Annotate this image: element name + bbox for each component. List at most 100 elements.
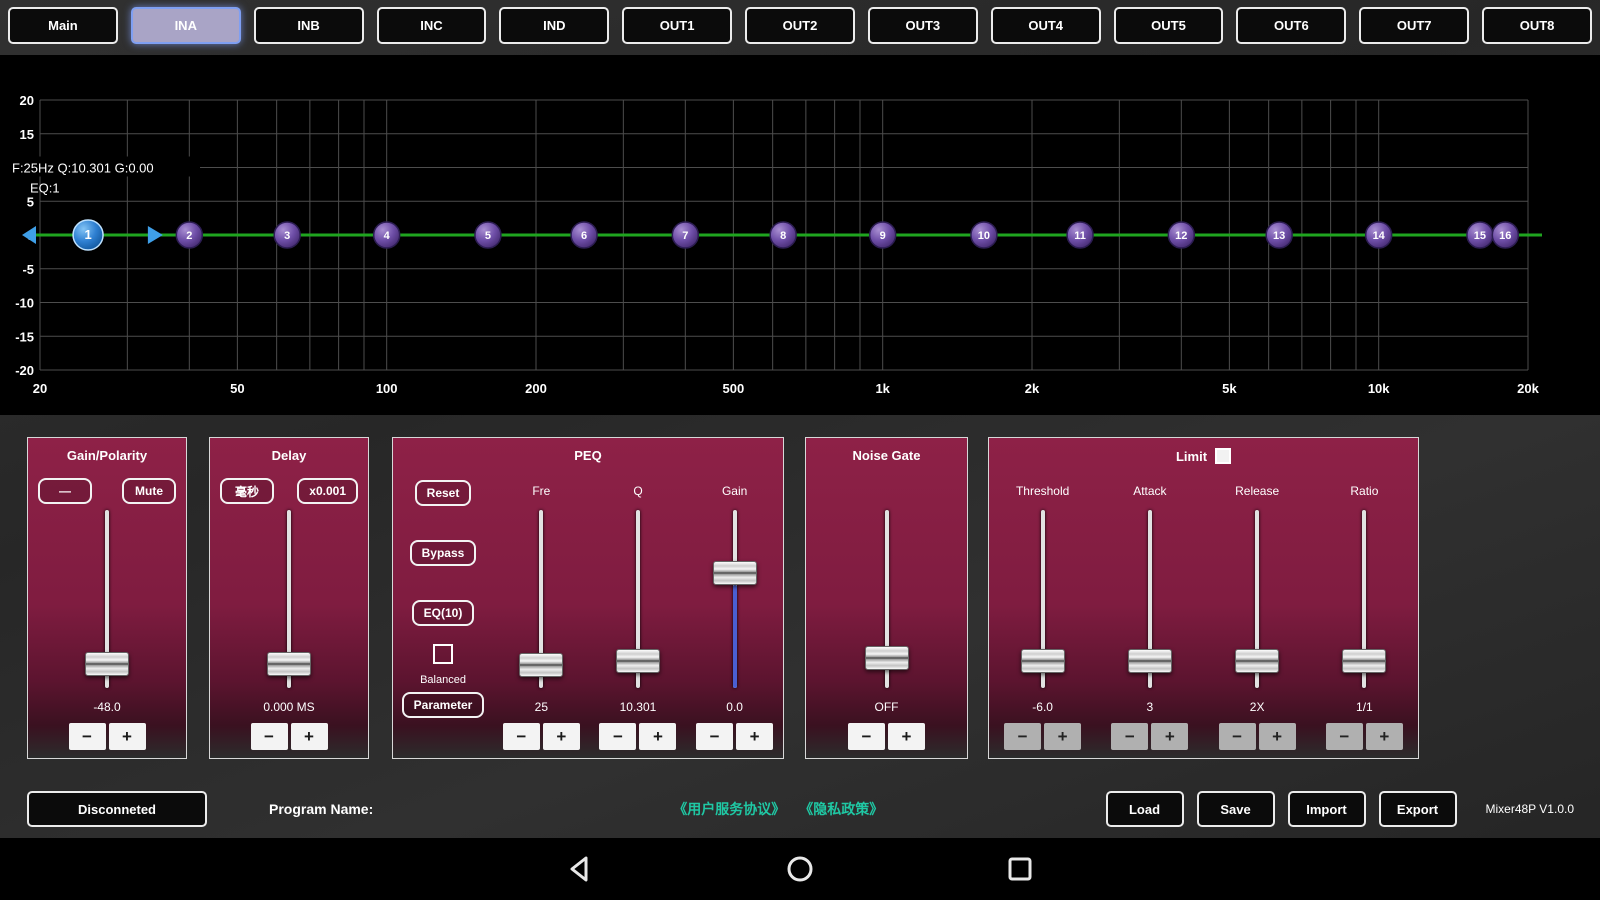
slider-track[interactable] xyxy=(712,510,758,688)
slider-track[interactable] xyxy=(864,510,910,688)
decrement-button[interactable]: − xyxy=(68,723,106,750)
back-icon[interactable] xyxy=(564,853,596,885)
increment-button[interactable]: + xyxy=(639,723,677,750)
decrement-button[interactable]: − xyxy=(599,723,637,750)
tab-out1[interactable]: OUT1 xyxy=(622,7,733,44)
eq-point-2[interactable]: 2 xyxy=(175,221,204,249)
slider-handle[interactable] xyxy=(519,653,564,677)
increment-button[interactable]: + xyxy=(1151,723,1189,750)
level-slider: 0.000 MS − + xyxy=(250,476,328,758)
decrement-button[interactable]: − xyxy=(1004,723,1042,750)
decrement-button[interactable]: − xyxy=(502,723,540,750)
save-button[interactable]: Save xyxy=(1196,791,1275,827)
slider-handle[interactable] xyxy=(1235,649,1280,673)
parameter-button[interactable]: Parameter xyxy=(401,692,485,718)
slider-handle[interactable] xyxy=(267,652,311,676)
decrement-button[interactable]: − xyxy=(1325,723,1363,750)
x-axis-tick: 200 xyxy=(525,381,547,396)
limit-enable-checkbox[interactable] xyxy=(1215,448,1232,464)
recents-icon[interactable] xyxy=(1004,853,1036,885)
q-slider: Q 10.301 − + xyxy=(599,476,677,758)
tab-inb[interactable]: INB xyxy=(253,7,364,44)
slider-handle[interactable] xyxy=(85,652,129,676)
decrement-button[interactable]: − xyxy=(696,723,734,750)
tab-main[interactable]: Main xyxy=(8,7,118,44)
slider-handle[interactable] xyxy=(864,646,909,670)
slider-value: -48.0 xyxy=(93,700,121,714)
increment-button[interactable]: + xyxy=(1365,723,1403,750)
bypass-button[interactable]: Bypass xyxy=(409,540,477,566)
tab-inc[interactable]: INC xyxy=(376,7,487,44)
tab-ina[interactable]: INA xyxy=(130,7,241,44)
tab-out8[interactable]: OUT8 xyxy=(1482,7,1592,44)
tab-out4[interactable]: OUT4 xyxy=(990,7,1101,44)
eq-count-button[interactable]: EQ(10) xyxy=(411,600,475,626)
eq-point-8[interactable]: 8 xyxy=(769,221,797,249)
eq-point-16[interactable]: 16 xyxy=(1491,221,1520,249)
eq-point-14[interactable]: 14 xyxy=(1364,221,1393,249)
eq-graph-svg: 20501002005001k2k5k10k20k20151050-5-10-1… xyxy=(4,93,1542,396)
slider-handle[interactable] xyxy=(712,561,757,585)
eq-point-12[interactable]: 12 xyxy=(1167,221,1196,249)
home-icon[interactable] xyxy=(784,853,816,885)
slider-track[interactable] xyxy=(615,510,661,688)
svg-text:12: 12 xyxy=(1175,230,1187,242)
increment-button[interactable]: + xyxy=(888,723,925,750)
eq-point-3[interactable]: 3 xyxy=(273,221,301,249)
slider-track[interactable] xyxy=(1127,510,1173,688)
increment-button[interactable]: + xyxy=(290,723,328,750)
slider-track[interactable] xyxy=(1341,510,1387,688)
eq-graph[interactable]: 20501002005001k2k5k10k20k20151050-5-10-1… xyxy=(0,55,1600,415)
reset-button[interactable]: Reset xyxy=(414,480,472,506)
eq-point-13[interactable]: 13 xyxy=(1265,221,1293,249)
svg-text:15: 15 xyxy=(1474,230,1486,242)
eq-point-5[interactable]: 5 xyxy=(474,221,502,249)
decrement-button[interactable]: − xyxy=(250,723,288,750)
slider-track[interactable] xyxy=(518,510,564,688)
slider-handle[interactable] xyxy=(1342,649,1387,673)
eq-point-15[interactable]: 15 xyxy=(1466,221,1494,249)
tab-out2[interactable]: OUT2 xyxy=(745,7,855,44)
tab-out6[interactable]: OUT6 xyxy=(1236,7,1347,44)
slider-track[interactable] xyxy=(266,510,312,688)
import-button[interactable]: Import xyxy=(1287,791,1366,827)
decrement-button[interactable]: − xyxy=(848,723,885,750)
increment-button[interactable]: + xyxy=(542,723,580,750)
peq-sliders: Fre 25− + Q 10.301− + Gain 0.0− + xyxy=(493,476,783,758)
eq-cursor-icon[interactable] xyxy=(147,226,163,244)
limit-panel: Limit Threshold -6.0− + Attack 3− + Release 2X −… xyxy=(988,437,1419,759)
slider-handle[interactable] xyxy=(615,649,660,673)
slider-label: Release xyxy=(1235,484,1280,498)
slider-value: 25 xyxy=(534,700,548,714)
tab-out5[interactable]: OUT5 xyxy=(1113,7,1224,44)
slider-handle[interactable] xyxy=(1020,649,1065,673)
load-button[interactable]: Load xyxy=(1105,791,1184,827)
x-axis-tick: 1k xyxy=(875,381,890,396)
program-name-label: Program Name: xyxy=(269,801,374,817)
tab-out3[interactable]: OUT3 xyxy=(867,7,978,44)
increment-button[interactable]: + xyxy=(1044,723,1082,750)
slider-track[interactable] xyxy=(1234,510,1280,688)
increment-button[interactable]: + xyxy=(736,723,774,750)
increment-button[interactable]: + xyxy=(1258,723,1296,750)
eq-point-1[interactable]: 1 xyxy=(72,219,104,251)
export-button[interactable]: Export xyxy=(1378,791,1457,827)
eq-point-6[interactable]: 6 xyxy=(570,221,598,249)
connection-status-button[interactable]: Disconneted xyxy=(27,791,207,827)
tab-ind[interactable]: IND xyxy=(499,7,610,44)
eq-point-9[interactable]: 9 xyxy=(868,221,897,249)
eq-point-7[interactable]: 7 xyxy=(671,221,700,249)
decrement-button[interactable]: − xyxy=(1111,723,1149,750)
eq-point-4[interactable]: 4 xyxy=(372,221,401,249)
increment-button[interactable]: + xyxy=(108,723,146,750)
slider-track[interactable] xyxy=(1020,510,1066,688)
balanced-checkbox[interactable] xyxy=(433,644,453,664)
user-agreement-link[interactable]: 《用户服务协议》 xyxy=(673,799,785,819)
eq-point-10[interactable]: 10 xyxy=(970,221,998,249)
tab-out7[interactable]: OUT7 xyxy=(1359,7,1470,44)
slider-track[interactable] xyxy=(84,510,130,688)
slider-handle[interactable] xyxy=(1127,649,1172,673)
privacy-policy-link[interactable]: 《隐私政策》 xyxy=(799,799,883,819)
decrement-button[interactable]: − xyxy=(1218,723,1256,750)
eq-point-11[interactable]: 11 xyxy=(1066,221,1094,249)
